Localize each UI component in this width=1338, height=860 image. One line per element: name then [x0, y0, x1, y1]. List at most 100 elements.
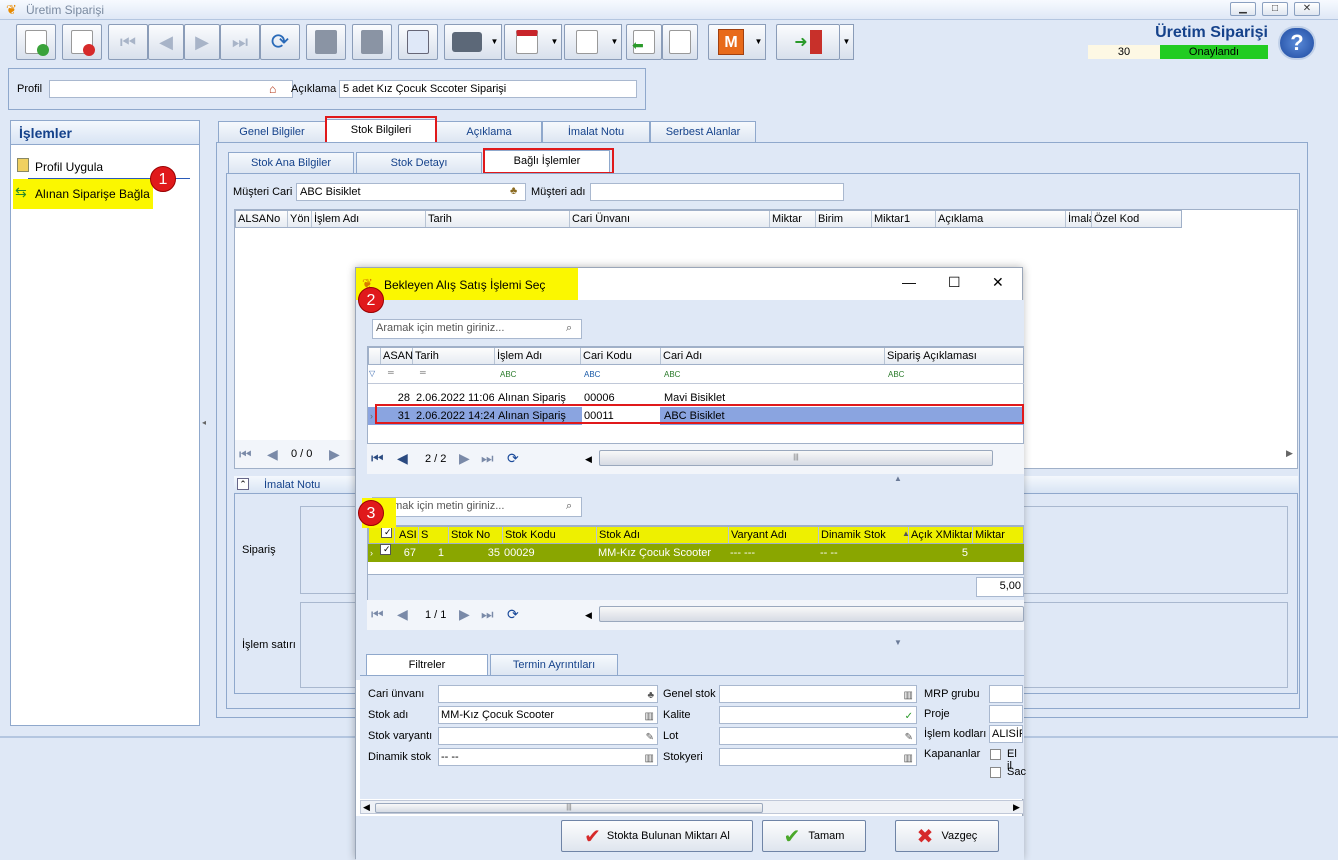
- customer-name-input[interactable]: [590, 183, 844, 201]
- collapse-icon[interactable]: ⌃: [237, 478, 249, 490]
- col-dlg-siparis-aciklama[interactable]: Sipariş Açıklaması: [885, 348, 1023, 364]
- main-first-icon[interactable]: ⏮: [239, 446, 252, 463]
- tab-description[interactable]: Açıklama: [436, 121, 542, 143]
- dialog-close-button[interactable]: ✕: [992, 274, 1004, 291]
- nav1-scroll-left-icon[interactable]: ◀: [585, 454, 592, 465]
- tab-stock-detail[interactable]: Stok Detayı: [356, 152, 482, 174]
- nav2-prev-icon[interactable]: ◀: [397, 606, 408, 623]
- nav2-refresh-icon[interactable]: ⟳: [507, 606, 519, 623]
- col-asi[interactable]: ASI: [397, 527, 419, 543]
- profile-input[interactable]: [49, 80, 293, 98]
- prev-record-button[interactable]: ◀: [148, 24, 184, 60]
- nav2-scroll-left-icon[interactable]: ◀: [585, 610, 592, 621]
- last-record-button[interactable]: ⏭: [220, 24, 260, 60]
- col-islem-adi[interactable]: İşlem Adı: [312, 211, 426, 227]
- lot-lookup-icon[interactable]: ✎: [905, 730, 913, 744]
- tab-stock-main[interactable]: Stok Ana Bilgiler: [228, 152, 354, 174]
- col-miktar1[interactable]: Miktar1: [872, 211, 936, 227]
- exit-button[interactable]: ➜: [776, 24, 840, 60]
- col-stok-adi[interactable]: Stok Adı: [597, 527, 729, 543]
- search-input-2[interactable]: Aramak için metin giriniz...: [372, 497, 582, 517]
- filter-cari-input[interactable]: ♣: [438, 685, 658, 703]
- m-button[interactable]: M: [708, 24, 754, 60]
- closed-checkbox-2[interactable]: [990, 767, 1001, 778]
- save-button[interactable]: [306, 24, 346, 60]
- tab-filters[interactable]: Filtreler: [366, 654, 488, 676]
- col-acik-xmiktar[interactable]: Açık XMiktar: [909, 527, 973, 543]
- customer-lookup-icon[interactable]: ♣: [647, 688, 654, 702]
- nav1-first-icon[interactable]: ⏮: [371, 450, 384, 467]
- main-prev-icon[interactable]: ◀: [267, 446, 278, 463]
- col-stok-no[interactable]: Stok No: [449, 527, 503, 543]
- pdf-dropdown[interactable]: ▼: [548, 24, 562, 60]
- variant-lookup-icon[interactable]: ✎: [646, 730, 654, 744]
- m-dropdown[interactable]: ▼: [752, 24, 766, 60]
- profile-apply-item[interactable]: Profil Uygula: [15, 157, 165, 175]
- main-scroll-right-icon[interactable]: ▶: [1286, 448, 1293, 459]
- col-ozel-kod[interactable]: Özel Kod: [1092, 211, 1181, 227]
- col-s[interactable]: S: [419, 527, 449, 543]
- row-checkbox[interactable]: ✓: [378, 544, 394, 562]
- ok-button[interactable]: ✔ Tamam: [762, 820, 866, 852]
- filter-proje-input[interactable]: [989, 705, 1023, 723]
- print-dropdown[interactable]: ▼: [488, 24, 502, 60]
- first-record-button[interactable]: ⏮: [108, 24, 148, 60]
- filter-islemkod-input[interactable]: ALISİP: [989, 725, 1023, 743]
- tab-production-note[interactable]: İmalat Notu: [542, 121, 650, 143]
- help-button[interactable]: ?: [1278, 26, 1316, 60]
- nav2-scroll-thumb[interactable]: [599, 606, 1024, 622]
- col-dlg-cari-adi[interactable]: Cari Adı: [661, 348, 885, 364]
- filters-scroll-thumb[interactable]: |||: [375, 803, 763, 813]
- next-record-button[interactable]: ▶: [184, 24, 220, 60]
- new-button[interactable]: [16, 24, 56, 60]
- nav1-refresh-icon[interactable]: ⟳: [507, 450, 519, 467]
- col-birim[interactable]: Birim: [816, 211, 872, 227]
- nav2-first-icon[interactable]: ⏮: [371, 606, 384, 623]
- warehouse-lookup-icon[interactable]: ▥: [904, 751, 913, 765]
- col-cari-unvani[interactable]: Cari Ünvanı: [570, 211, 770, 227]
- nav2-last-icon[interactable]: ⏭: [481, 606, 494, 623]
- col-stok-kodu[interactable]: Stok Kodu: [503, 527, 597, 543]
- tools-button[interactable]: [662, 24, 698, 60]
- filters-hscroll[interactable]: ◀ ||| ▶: [360, 800, 1024, 814]
- splitter-up-icon[interactable]: ▲: [894, 474, 902, 483]
- filter-row[interactable]: ▽ ═ ═ ABC ABC ABC ABC: [368, 366, 1024, 384]
- filter-lot-input[interactable]: ✎: [719, 727, 917, 745]
- close-window-button[interactable]: ✕: [1294, 2, 1320, 16]
- preview-button[interactable]: [398, 24, 438, 60]
- splitter-handle[interactable]: ◂: [202, 418, 206, 427]
- col-yon[interactable]: Yön: [288, 211, 312, 227]
- filters-scroll-right-icon[interactable]: ▶: [1013, 802, 1020, 813]
- col-asano[interactable]: ASANo: [381, 348, 413, 364]
- nav1-scroll-thumb[interactable]: |||: [599, 450, 993, 466]
- general-stock-lookup-icon[interactable]: ▥: [904, 688, 913, 702]
- nav1-last-icon[interactable]: ⏭: [481, 450, 494, 467]
- stock-lookup-icon[interactable]: ▥: [645, 709, 654, 723]
- filter-genel-input[interactable]: ▥: [719, 685, 917, 703]
- col-varyant-adi[interactable]: Varyant Adı: [729, 527, 819, 543]
- splitter-down-icon[interactable]: ▼: [894, 638, 902, 647]
- filter-dinamik-input[interactable]: -- -- ▥: [438, 748, 658, 766]
- quality-check-icon[interactable]: ✓: [905, 709, 913, 723]
- transfer-button[interactable]: [564, 24, 610, 60]
- pdf-button[interactable]: [504, 24, 550, 60]
- transfer-dropdown[interactable]: ▼: [608, 24, 622, 60]
- table-row[interactable]: › ✓ 67 1 35 00029 MM-Kız Çocuk Scooter -…: [368, 544, 1024, 562]
- col-dinamik-stok[interactable]: Dinamik Stok: [819, 527, 909, 543]
- nav1-next-icon[interactable]: ▶: [459, 450, 470, 467]
- col-imalat[interactable]: İmalat: [1066, 211, 1092, 227]
- col-miktar[interactable]: Miktar: [770, 211, 816, 227]
- tab-general[interactable]: Genel Bilgiler: [218, 121, 326, 143]
- take-stock-qty-button[interactable]: ✔ Stokta Bulunan Miktarı Al: [561, 820, 753, 852]
- col-dlg-tarih[interactable]: Tarih: [413, 348, 495, 364]
- filter-stokadi-input[interactable]: MM-Kız Çocuk Scooter ▥: [438, 706, 658, 724]
- filter-kalite-input[interactable]: ✓: [719, 706, 917, 724]
- filter-stokyeri-input[interactable]: ▥: [719, 748, 917, 766]
- col-alsano[interactable]: ALSANo: [236, 211, 288, 227]
- description-input[interactable]: 5 adet Kız Çocuk Sccoter Siparişi: [339, 80, 637, 98]
- print-button[interactable]: [444, 24, 490, 60]
- filter-varyant-input[interactable]: ✎: [438, 727, 658, 745]
- save-close-button[interactable]: [352, 24, 392, 60]
- import-button[interactable]: ⬅: [626, 24, 662, 60]
- minimize-button[interactable]: ▁: [1230, 2, 1256, 16]
